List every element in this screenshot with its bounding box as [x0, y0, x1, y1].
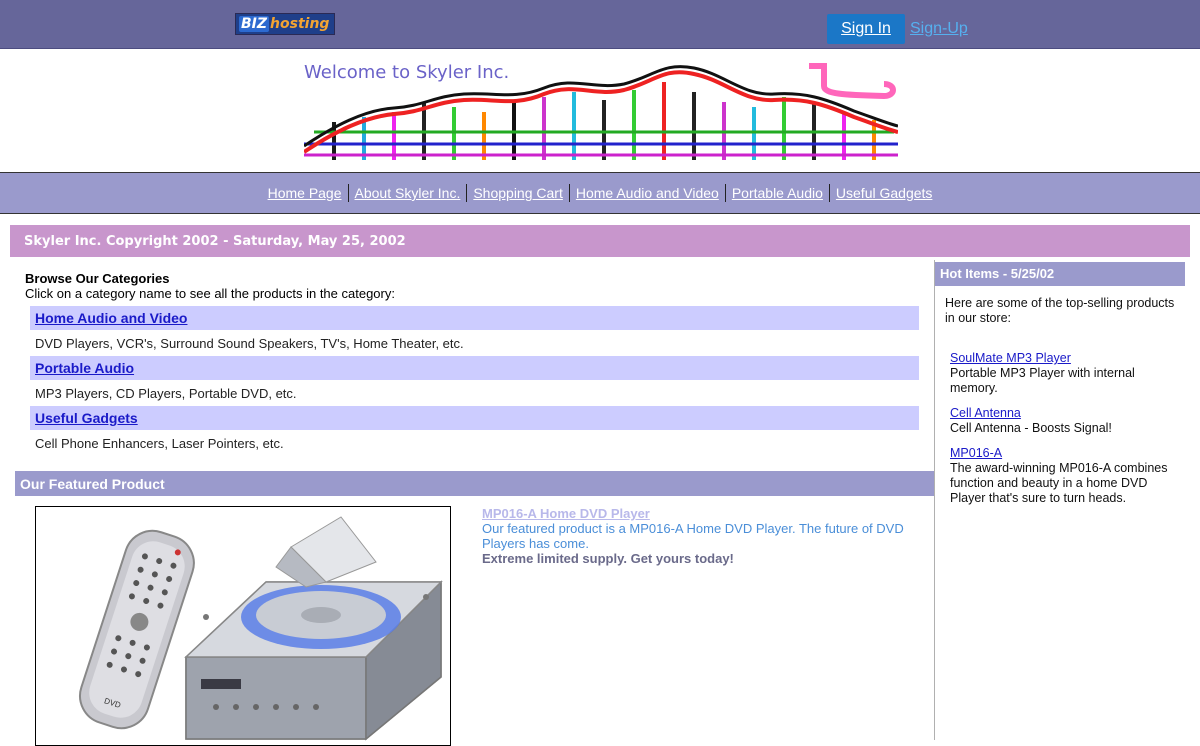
hot-item-desc-soulmate: Portable MP3 Player with internal memory…: [950, 366, 1135, 395]
logo-hosting-text: hosting: [270, 16, 330, 32]
copyright-bar: Skyler Inc. Copyright 2002 - Saturday, M…: [10, 225, 1190, 257]
sign-up-link[interactable]: Sign-Up: [910, 20, 968, 38]
hot-item-desc-cell-antenna: Cell Antenna - Boosts Signal!: [950, 421, 1112, 435]
category-link-home-audio-video[interactable]: Home Audio and Video: [35, 310, 187, 326]
category-header-home-audio: Home Audio and Video: [30, 306, 919, 330]
category-header-portable-audio: Portable Audio: [30, 356, 919, 380]
category-desc-useful-gadgets: Cell Phone Enhancers, Laser Pointers, et…: [35, 436, 284, 451]
nav-shopping-cart[interactable]: Shopping Cart: [467, 185, 569, 201]
hot-item-desc-mp016a: The award-winning MP016-A combines funct…: [950, 461, 1168, 505]
hot-item-link-mp016a[interactable]: MP016-A: [950, 446, 1002, 460]
sign-in-button[interactable]: Sign In: [827, 14, 905, 44]
browse-categories-title: Browse Our Categories: [25, 271, 170, 286]
featured-product-description: Our featured product is a MP016-A Home D…: [482, 521, 904, 551]
featured-product-image[interactable]: DVD: [35, 506, 451, 746]
nav-home-audio-video[interactable]: Home Audio and Video: [570, 185, 725, 201]
category-desc-home-audio: DVD Players, VCR's, Surround Sound Speak…: [35, 336, 464, 351]
hot-item-link-soulmate[interactable]: SoulMate MP3 Player: [950, 351, 1071, 365]
dvd-player-remote-picture: DVD: [79, 516, 443, 741]
main-nav: Home Page About Skyler Inc. Shopping Car…: [0, 172, 1200, 214]
category-link-useful-gadgets[interactable]: Useful Gadgets: [35, 410, 138, 426]
hot-items-heading: Hot Items - 5/25/02: [935, 262, 1185, 286]
bizhosting-logo[interactable]: BIZ hosting: [235, 13, 335, 35]
nav-useful-gadgets[interactable]: Useful Gadgets: [830, 185, 939, 201]
welcome-banner-text: Welcome to Skyler Inc.: [304, 62, 510, 83]
featured-product-link[interactable]: MP016-A Home DVD Player: [482, 506, 650, 521]
logo-biz-text: BIZ: [239, 16, 270, 32]
nav-portable-audio[interactable]: Portable Audio: [726, 185, 829, 201]
category-desc-portable-audio: MP3 Players, CD Players, Portable DVD, e…: [35, 386, 297, 401]
featured-product-heading: Our Featured Product: [15, 471, 934, 496]
sidebar-divider: [934, 260, 935, 740]
category-link-portable-audio[interactable]: Portable Audio: [35, 360, 134, 376]
hot-item: SoulMate MP3 Player Portable MP3 Player …: [950, 351, 1175, 396]
browse-categories-subtitle: Click on a category name to see all the …: [25, 286, 395, 301]
hot-item: Cell Antenna Cell Antenna - Boosts Signa…: [950, 406, 1175, 436]
nav-home-page[interactable]: Home Page: [262, 185, 348, 201]
hot-items-intro: Here are some of the top-selling product…: [945, 296, 1175, 325]
featured-product-supply-note: Extreme limited supply. Get yours today!: [482, 551, 734, 566]
top-bar: BIZ hosting Sign In Sign-Up: [0, 0, 1200, 49]
hot-item: MP016-A The award-winning MP016-A combin…: [950, 446, 1175, 506]
nav-about[interactable]: About Skyler Inc.: [349, 185, 467, 201]
hot-item-link-cell-antenna[interactable]: Cell Antenna: [950, 406, 1021, 420]
category-header-useful-gadgets: Useful Gadgets: [30, 406, 919, 430]
